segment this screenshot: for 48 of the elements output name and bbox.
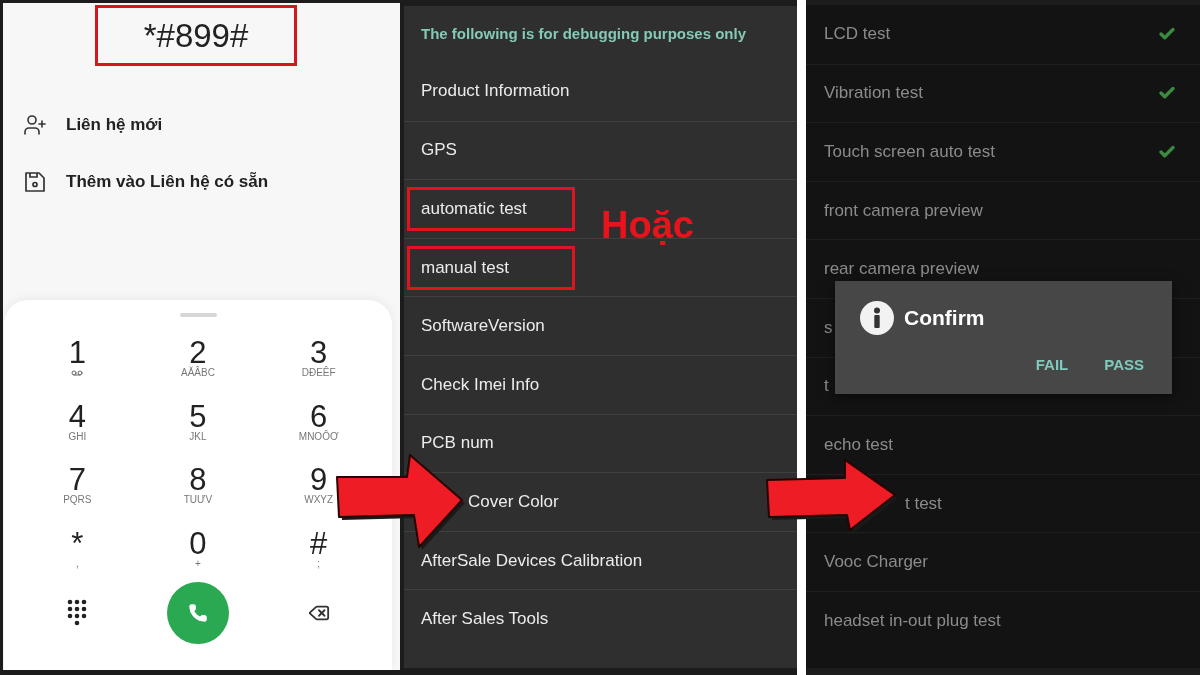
- voicemail-icon: [69, 367, 86, 379]
- test-item[interactable]: s: [824, 317, 833, 338]
- dial-key[interactable]: 2 AĂÂBC: [178, 339, 218, 391]
- dial-key[interactable]: 6 MNOÔƠ: [298, 402, 339, 455]
- test-item[interactable]: t test: [905, 493, 942, 514]
- dial-key[interactable]: 7 PQRS: [57, 466, 98, 518]
- test-item[interactable]: headset in-out plug test: [824, 610, 1001, 631]
- test-item[interactable]: echo test: [824, 434, 893, 455]
- test-item[interactable]: Touch screen auto test: [824, 142, 996, 162]
- menu-item[interactable]: PCB num: [421, 434, 494, 453]
- menu-item[interactable]: GPS: [421, 141, 457, 160]
- test-item[interactable]: front camera preview: [824, 200, 983, 221]
- dial-key[interactable]: # ;: [298, 529, 339, 582]
- dialog-button[interactable]: FAIL: [1035, 353, 1069, 376]
- test-item[interactable]: t: [824, 376, 829, 397]
- arrow-icon: [335, 453, 466, 551]
- test-item[interactable]: Vibration test: [824, 83, 923, 104]
- menu-item[interactable]: manual test: [407, 245, 575, 290]
- dialog-button[interactable]: PASS: [1104, 353, 1144, 376]
- test-item[interactable]: LCD test: [824, 24, 891, 45]
- menu-item[interactable]: AfterSale Devices Calibration: [421, 551, 643, 570]
- annotation-text: Hoặc: [601, 203, 694, 247]
- dial-key[interactable]: 3 DĐEÊF: [298, 339, 339, 391]
- contact-option[interactable]: Thêm vào Liên hệ có sẵn: [66, 169, 269, 195]
- menu-header: The following is for debugging purposes only: [421, 23, 746, 44]
- test-item[interactable]: Vooc Charger: [824, 552, 928, 573]
- dial-key[interactable]: 1: [57, 339, 98, 391]
- add-person-icon: [22, 113, 48, 137]
- dial-key[interactable]: 9 WXYZ: [298, 466, 339, 518]
- dial-key[interactable]: 8 TUƯV: [178, 466, 218, 518]
- dialog-title: Confirm: [904, 305, 985, 332]
- contact-option[interactable]: Liên hệ mới: [66, 112, 163, 138]
- menu-item[interactable]: After Sales Tools: [421, 610, 549, 629]
- info-icon: [860, 301, 894, 335]
- dialpad-icon[interactable]: [67, 599, 88, 626]
- test-item[interactable]: rear camera preview: [824, 259, 979, 280]
- dial-key[interactable]: 4 GHI: [57, 402, 98, 455]
- phone-icon: [188, 602, 208, 623]
- dial-key[interactable]: * ,: [57, 529, 98, 582]
- menu-item[interactable]: Cover Color: [468, 492, 559, 511]
- drag-handle[interactable]: [179, 313, 217, 317]
- dialed-number[interactable]: *#899#: [95, 5, 297, 66]
- menu-item[interactable]: Check Imei Info: [421, 375, 540, 394]
- dial-key[interactable]: 0 +: [178, 529, 218, 582]
- save-icon: [25, 172, 45, 192]
- menu-item[interactable]: Product Information: [421, 82, 570, 101]
- dial-key[interactable]: 5 JKL: [178, 402, 218, 455]
- menu-item[interactable]: SoftwareVersion: [421, 317, 545, 336]
